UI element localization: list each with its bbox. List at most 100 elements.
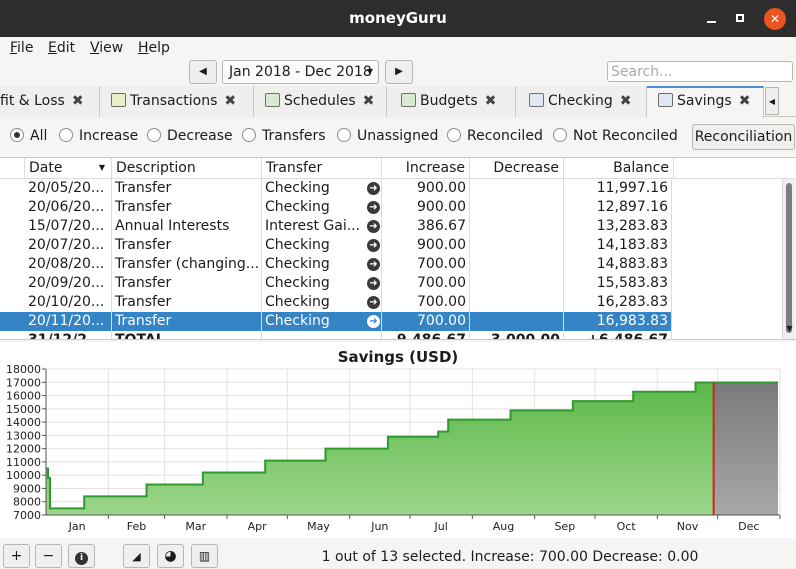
cell-decrease[interactable] bbox=[470, 179, 564, 198]
cell-transfer[interactable] bbox=[262, 331, 382, 339]
cell-increase[interactable]: 700.00 bbox=[382, 274, 470, 293]
cell-balance[interactable]: 14,183.83 bbox=[564, 236, 672, 255]
table-row[interactable]: 20/07/20... Transfer Checking 900.00 14,183.… bbox=[0, 236, 672, 255]
cell-increase[interactable]: 9,486.67 bbox=[382, 331, 470, 339]
cell-description[interactable]: Annual Interests bbox=[112, 217, 262, 236]
remove-button[interactable]: − bbox=[35, 544, 62, 568]
cell-balance[interactable]: 14,883.83 bbox=[564, 255, 672, 274]
column-header-description[interactable]: Description bbox=[112, 158, 262, 179]
table-row[interactable]: 15/07/20... Annual Interests Interest Gai.… bbox=[0, 217, 672, 236]
cell-balance[interactable]: +6,486.67 bbox=[564, 331, 672, 339]
cell-transfer[interactable]: Checking bbox=[262, 198, 382, 217]
cell-description[interactable]: Transfer bbox=[112, 198, 262, 217]
cell-balance[interactable]: 16,983.83 bbox=[564, 312, 672, 331]
add-button[interactable]: + bbox=[3, 544, 30, 568]
next-period-button[interactable]: ▶ bbox=[385, 60, 413, 84]
table-total-row[interactable]: 31/12/2... TOTAL 9,486.67 3,000.00 +6,486.67 bbox=[0, 331, 672, 339]
cell-balance[interactable]: 16,283.83 bbox=[564, 293, 672, 312]
reconciliation-button[interactable]: Reconciliation bbox=[692, 124, 795, 150]
filter-transfers-radio[interactable]: Transfers bbox=[242, 128, 326, 144]
cell-decrease[interactable] bbox=[470, 274, 564, 293]
cell-increase[interactable]: 700.00 bbox=[382, 255, 470, 274]
goto-account-icon[interactable]: ➜ bbox=[367, 201, 380, 214]
maximize-icon[interactable] bbox=[730, 8, 752, 30]
tab-profit-loss[interactable]: fit & Loss ✖ bbox=[0, 86, 100, 117]
cell-date[interactable]: 31/12/2... bbox=[25, 331, 112, 339]
cell-transfer[interactable]: Checking bbox=[262, 255, 382, 274]
cell-date[interactable]: 20/08/20... bbox=[25, 255, 112, 274]
cell-date[interactable]: 20/07/20... bbox=[25, 236, 112, 255]
tab-scroll-left-button[interactable]: ◀ bbox=[765, 87, 779, 115]
filter-unassigned-radio[interactable]: Unassigned bbox=[337, 128, 438, 144]
menu-file[interactable]: File bbox=[10, 40, 33, 56]
cell-increase[interactable]: 900.00 bbox=[382, 198, 470, 217]
cell-decrease[interactable] bbox=[470, 255, 564, 274]
tab-transactions[interactable]: Transactions ✖ bbox=[100, 86, 254, 117]
toggle-pie-button[interactable]: ◕ bbox=[157, 544, 184, 568]
goto-account-icon[interactable]: ➜ bbox=[367, 315, 380, 328]
cell-description[interactable]: Transfer (changing... bbox=[112, 255, 262, 274]
toggle-graph-button[interactable]: ◢ bbox=[123, 544, 150, 568]
cell-balance[interactable]: 12,897.16 bbox=[564, 198, 672, 217]
cell-decrease[interactable] bbox=[470, 312, 564, 331]
close-tab-icon[interactable]: ✖ bbox=[363, 86, 375, 116]
cell-transfer[interactable]: Checking bbox=[262, 312, 382, 331]
goto-account-icon[interactable]: ➜ bbox=[367, 277, 380, 290]
column-header-decrease[interactable]: Decrease bbox=[470, 158, 564, 179]
cell-transfer[interactable]: Checking bbox=[262, 274, 382, 293]
cell-decrease[interactable]: 3,000.00 bbox=[470, 331, 564, 339]
cell-description[interactable]: Transfer bbox=[112, 274, 262, 293]
cell-transfer[interactable]: Checking bbox=[262, 179, 382, 198]
cell-date[interactable]: 20/06/20... bbox=[25, 198, 112, 217]
cell-balance[interactable]: 15,583.83 bbox=[564, 274, 672, 293]
filter-increase-radio[interactable]: Increase bbox=[59, 128, 138, 144]
tab-checking[interactable]: Checking ✖ bbox=[516, 86, 647, 117]
filter-all-radio[interactable]: All bbox=[10, 128, 47, 144]
cell-date[interactable]: 20/09/20... bbox=[25, 274, 112, 293]
filter-decrease-radio[interactable]: Decrease bbox=[147, 128, 233, 144]
cell-balance[interactable]: 13,283.83 bbox=[564, 217, 672, 236]
close-tab-icon[interactable]: ✖ bbox=[72, 86, 84, 116]
menu-edit[interactable]: Edit bbox=[48, 40, 75, 56]
cell-description[interactable]: Transfer bbox=[112, 236, 262, 255]
cell-description[interactable]: Transfer bbox=[112, 312, 262, 331]
prev-period-button[interactable]: ◀ bbox=[189, 60, 217, 84]
menu-help[interactable]: Help bbox=[138, 40, 170, 56]
cell-transfer[interactable]: Checking bbox=[262, 293, 382, 312]
vertical-scrollbar[interactable]: ▼ bbox=[782, 179, 795, 339]
table-row[interactable]: 20/09/20... Transfer Checking 700.00 15,583.… bbox=[0, 274, 672, 293]
tab-schedules[interactable]: Schedules ✖ bbox=[254, 86, 387, 117]
cell-increase[interactable]: 900.00 bbox=[382, 179, 470, 198]
close-tab-icon[interactable]: ✖ bbox=[739, 88, 751, 115]
cell-increase[interactable]: 700.00 bbox=[382, 293, 470, 312]
cell-date[interactable]: 15/07/20... bbox=[25, 217, 112, 236]
close-tab-icon[interactable]: ✖ bbox=[224, 86, 236, 116]
tab-savings[interactable]: Savings ✖ bbox=[647, 86, 764, 118]
cell-increase[interactable]: 900.00 bbox=[382, 236, 470, 255]
date-range-selector[interactable]: Jan 2018 - Dec 2018 ▼ bbox=[222, 60, 379, 84]
cell-decrease[interactable] bbox=[470, 198, 564, 217]
cell-decrease[interactable] bbox=[470, 293, 564, 312]
column-header-transfer[interactable]: Transfer bbox=[262, 158, 382, 179]
cell-decrease[interactable] bbox=[470, 217, 564, 236]
close-tab-icon[interactable]: ✖ bbox=[485, 86, 497, 116]
table-row[interactable]: 20/10/20... Transfer Checking 700.00 16,283.… bbox=[0, 293, 672, 312]
goto-account-icon[interactable]: ➜ bbox=[367, 182, 380, 195]
cell-decrease[interactable] bbox=[470, 236, 564, 255]
column-header-increase[interactable]: Increase bbox=[382, 158, 470, 179]
cell-increase[interactable]: 386.67 bbox=[382, 217, 470, 236]
goto-account-icon[interactable]: ➜ bbox=[367, 296, 380, 309]
search-input[interactable] bbox=[607, 61, 793, 82]
table-row[interactable]: 20/08/20... Transfer (changing... Checking… bbox=[0, 255, 672, 274]
close-tab-icon[interactable]: ✖ bbox=[620, 86, 632, 116]
menu-view[interactable]: View bbox=[90, 40, 123, 56]
column-header-balance[interactable]: Balance bbox=[564, 158, 674, 179]
goto-account-icon[interactable]: ➜ bbox=[367, 220, 380, 233]
table-row[interactable]: 20/05/20... Transfer Checking 900.00 11,997.… bbox=[0, 179, 672, 198]
table-row[interactable]: 20/11/20... Transfer Checking 700.00 16,983.… bbox=[0, 312, 672, 331]
table-row[interactable]: 20/06/20... Transfer Checking 900.00 12,897.… bbox=[0, 198, 672, 217]
close-icon[interactable]: ✕ bbox=[764, 8, 786, 30]
cell-transfer[interactable]: Interest Gai... bbox=[262, 217, 382, 236]
cell-date[interactable]: 20/10/20... bbox=[25, 293, 112, 312]
column-header-status[interactable] bbox=[0, 158, 25, 179]
